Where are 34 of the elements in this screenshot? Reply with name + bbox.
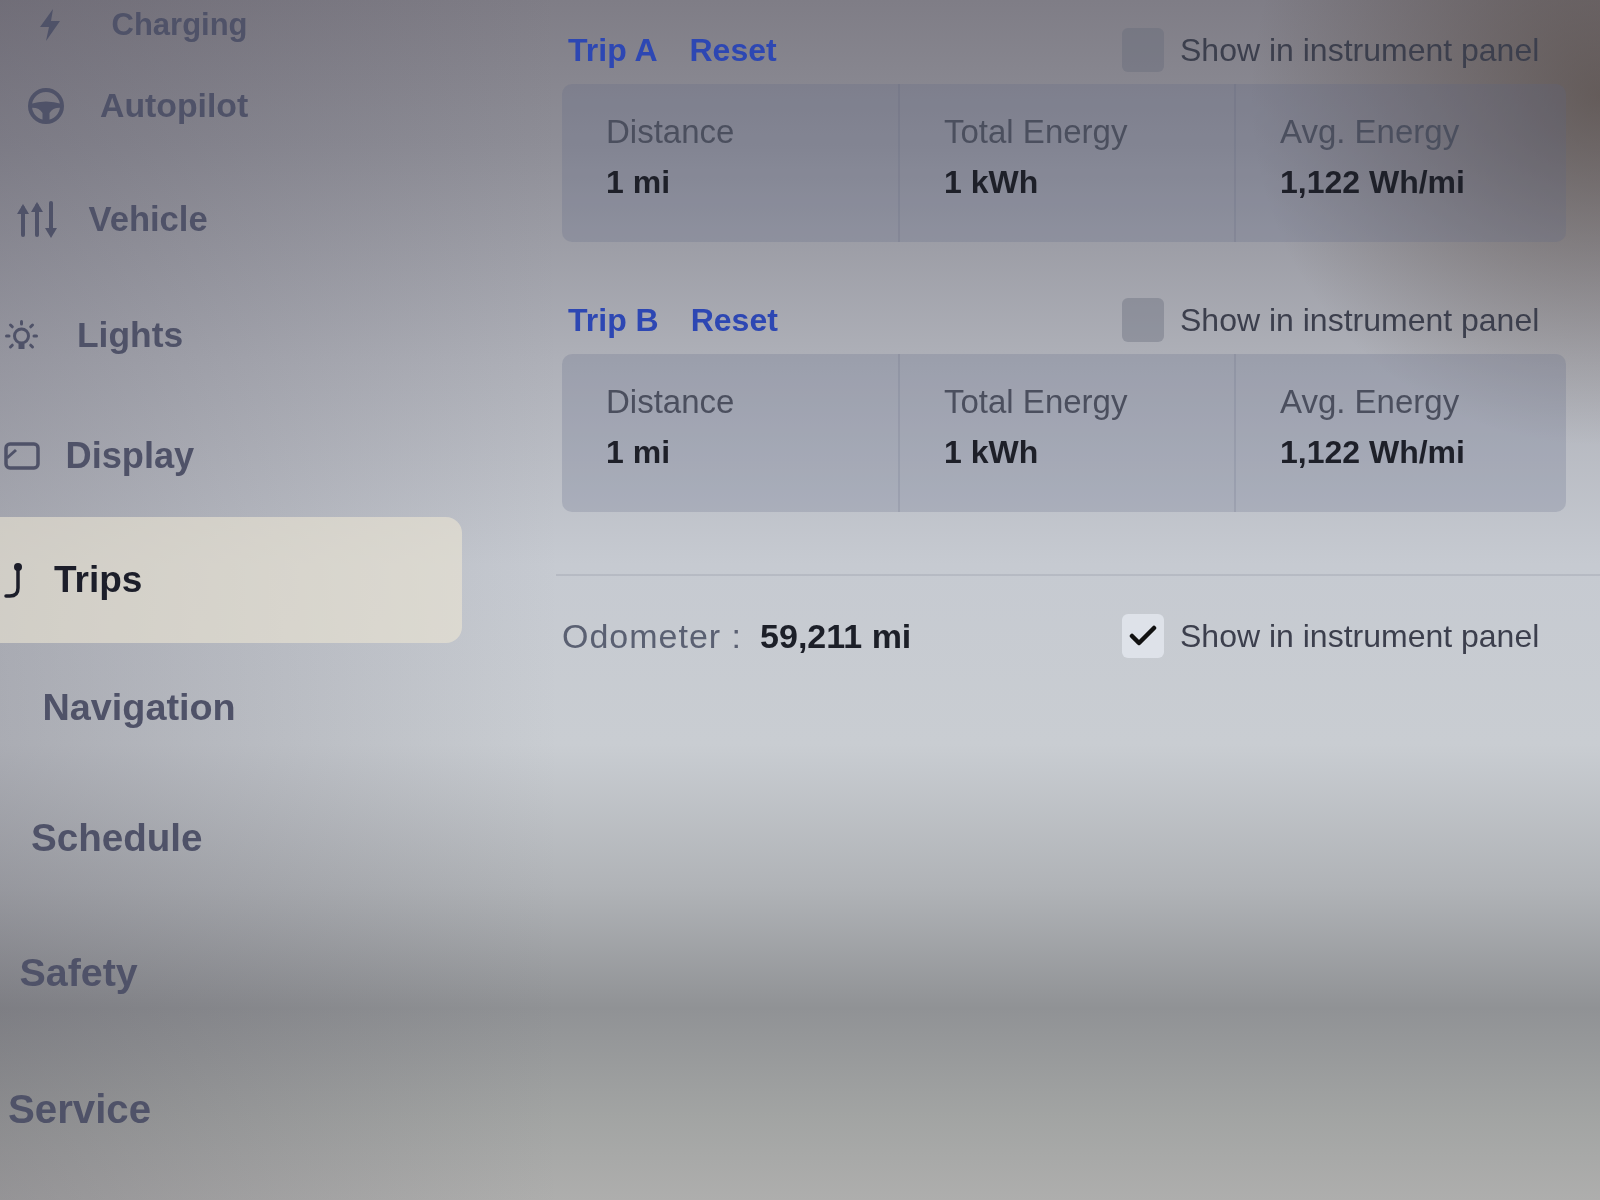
reset-button[interactable]: Reset	[690, 301, 778, 339]
steering-wheel-icon	[28, 87, 64, 124]
sidebar-item[interactable]: Service	[0, 1040, 462, 1180]
sidebar-item[interactable]: Navigation	[0, 642, 462, 772]
sidebar-item[interactable]: Lights	[0, 276, 462, 395]
trip-title: Trip A	[568, 31, 658, 69]
reset-button[interactable]: Reset	[689, 31, 777, 69]
route-icon	[4, 561, 24, 598]
odometer-value: 59,211 mi	[760, 616, 912, 656]
checkbox-label: Show in instrument panel	[1180, 301, 1540, 339]
sidebar-item[interactable]: Trips	[0, 517, 462, 643]
checkbox-label: Show in instrument panel	[1180, 617, 1540, 655]
bulb-icon	[5, 320, 38, 352]
stat-value: 1 kWh	[944, 163, 1040, 202]
stat-value: 1 kWh	[944, 433, 1040, 472]
checkbox[interactable]	[1122, 614, 1164, 658]
stat-label: Distance	[606, 382, 736, 422]
stat-value: 1 mi	[606, 433, 672, 472]
bolt-icon	[39, 9, 60, 41]
odometer-label: Odometer :	[562, 616, 743, 656]
up-down-arrows-icon	[16, 200, 57, 238]
sidebar-item[interactable]: Display	[0, 395, 462, 517]
screen-icon	[4, 442, 40, 470]
stat-value: 1,122 Wh/mi	[1280, 163, 1466, 202]
trip-title: Trip B	[568, 301, 659, 339]
stat-label: Total Energy	[944, 382, 1129, 422]
sidebar-item[interactable]: Safety	[0, 904, 462, 1040]
stat-value: 1,122 Wh/mi	[1280, 433, 1466, 472]
checkbox[interactable]	[1122, 298, 1164, 342]
check-icon	[1129, 625, 1157, 647]
sidebar-item[interactable]: Vehicle	[0, 161, 462, 277]
sidebar-item[interactable]: Schedule	[0, 771, 462, 904]
stat-value: 1 mi	[606, 163, 672, 202]
stat-label: Avg. Energy	[1280, 382, 1461, 422]
